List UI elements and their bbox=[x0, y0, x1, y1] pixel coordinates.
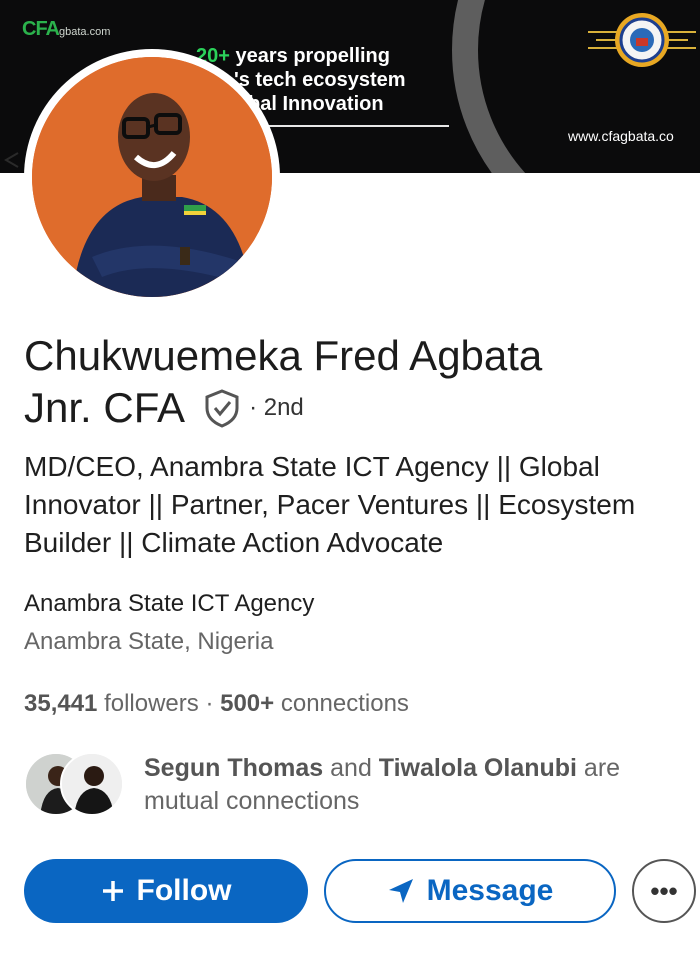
message-button[interactable]: Message bbox=[324, 859, 616, 923]
send-icon bbox=[388, 879, 413, 903]
chevron-left-icon bbox=[4, 152, 19, 168]
agency-seal-icon bbox=[588, 13, 696, 67]
name-line-1: Chukwuemeka Fred Agbata bbox=[24, 332, 543, 379]
name-line-2: Jnr. CFA · 2nd bbox=[24, 382, 304, 434]
more-horizontal-icon: ••• bbox=[650, 875, 678, 906]
connections-count: 500+ bbox=[220, 690, 275, 717]
follow-button[interactable]: Follow bbox=[24, 859, 308, 923]
current-company[interactable]: Anambra State ICT Agency bbox=[24, 590, 314, 618]
profile-location: Anambra State, Nigeria bbox=[24, 628, 274, 655]
followers-count: 35,441 bbox=[24, 690, 98, 717]
profile-avatar[interactable] bbox=[24, 49, 280, 305]
banner-url: www.cfagbata.co bbox=[568, 128, 674, 144]
mutual-connections-text: Segun Thomas and Tiwalola Olanubi are mu… bbox=[144, 754, 621, 815]
network-stats[interactable]: 35,441 followers · 500+ connections bbox=[24, 690, 409, 718]
connection-degree: · 2nd bbox=[249, 394, 304, 421]
more-options-button[interactable]: ••• bbox=[632, 859, 696, 923]
shield-check-icon[interactable] bbox=[203, 388, 241, 428]
plus-icon bbox=[102, 881, 123, 901]
profile-name: Chukwuemeka Fred Agbata Jnr. CFA · 2nd bbox=[24, 330, 684, 434]
banner-logo: CFAgbata.com bbox=[22, 18, 111, 40]
mutual-avatars bbox=[24, 752, 126, 818]
profile-headline: MD/CEO, Anambra State ICT Agency || Glob… bbox=[24, 451, 636, 558]
avatar-photo bbox=[32, 57, 272, 297]
name-suffix: Jnr. CFA bbox=[24, 384, 186, 431]
mutual-connections[interactable]: Segun Thomas and Tiwalola Olanubi are mu… bbox=[24, 750, 684, 820]
avatar bbox=[60, 752, 124, 816]
